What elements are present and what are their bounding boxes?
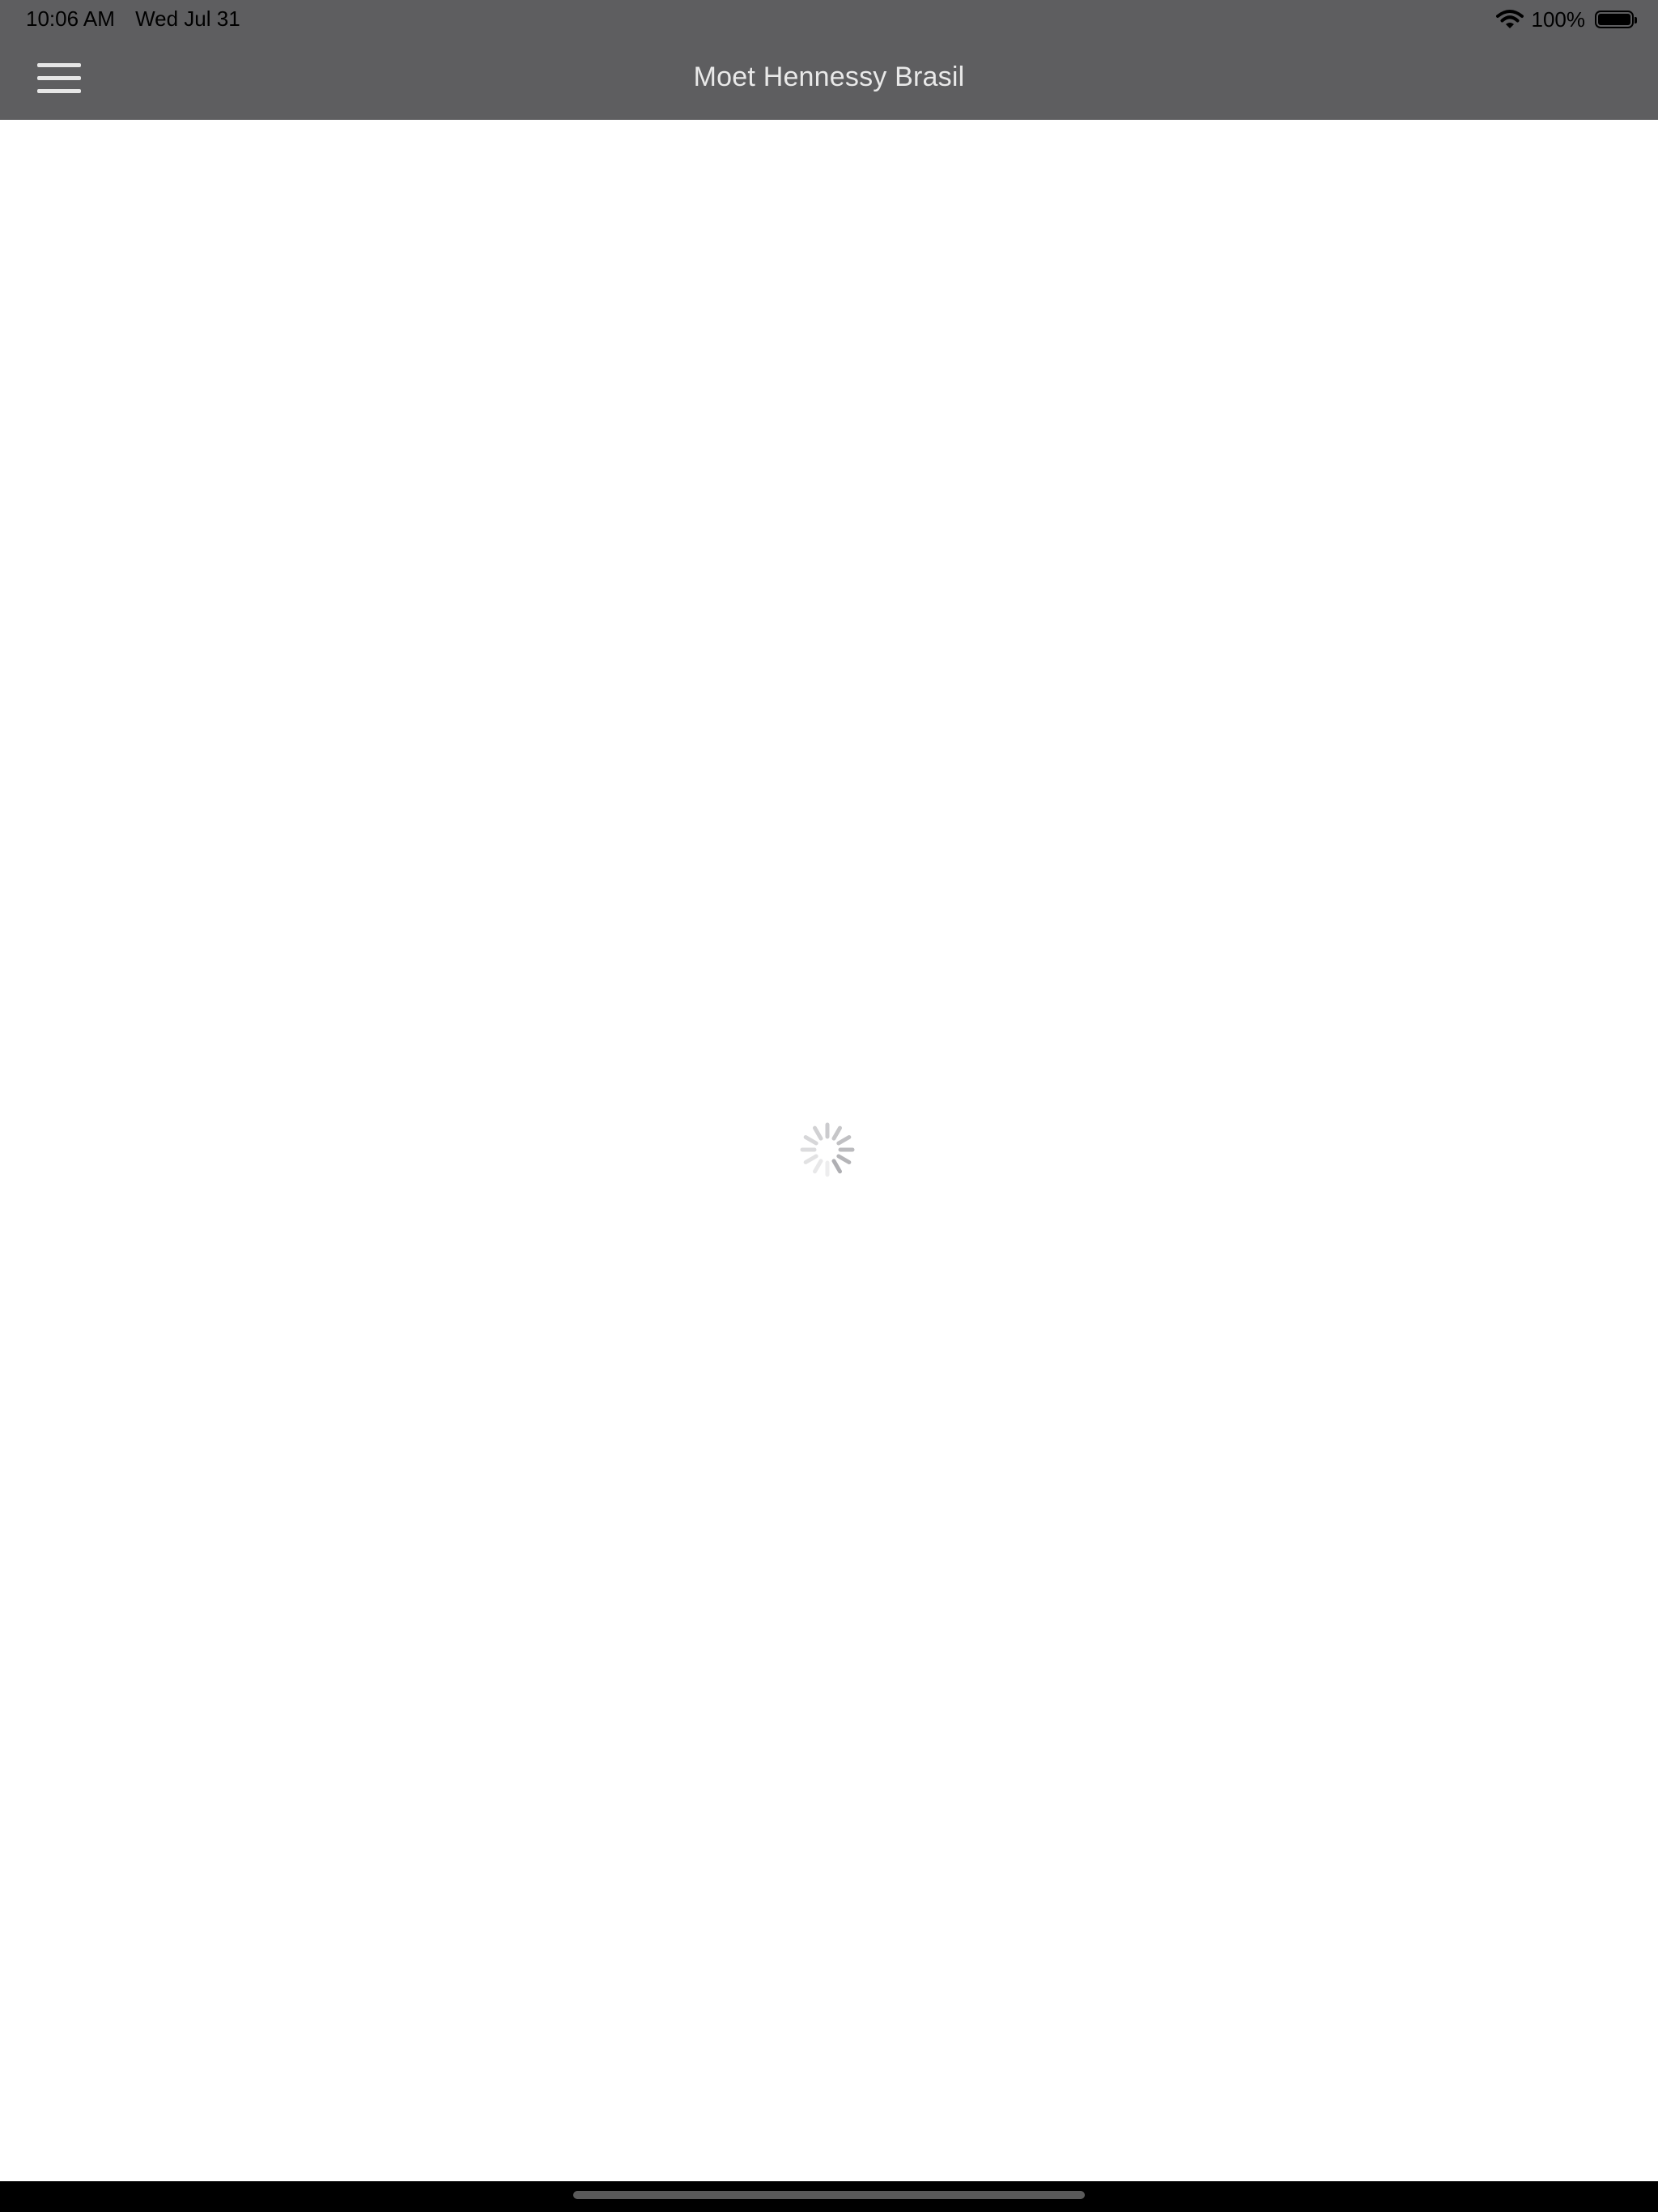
- home-strip: [0, 2181, 1658, 2212]
- wifi-icon: [1495, 10, 1524, 28]
- battery-percent: 100%: [1531, 6, 1586, 32]
- top-bar: 10:06 AM Wed Jul 31 100% Moet Hennessy B…: [0, 0, 1658, 120]
- navigation-bar: Moet Hennessy Brasil: [0, 37, 1658, 120]
- spinner-spoke: [803, 1135, 818, 1146]
- battery-nub: [1635, 17, 1637, 23]
- status-left: 10:06 AM Wed Jul 31: [26, 6, 240, 32]
- status-bar: 10:06 AM Wed Jul 31 100%: [0, 0, 1658, 37]
- app-screen: 10:06 AM Wed Jul 31 100% Moet Hennessy B…: [0, 0, 1658, 2212]
- spinner-spoke: [836, 1154, 852, 1164]
- spinner-spoke: [831, 1159, 842, 1174]
- status-right: 100%: [1495, 6, 1637, 32]
- page-title: Moet Hennessy Brasil: [693, 62, 965, 92]
- spinner-spoke: [836, 1135, 852, 1146]
- home-indicator[interactable]: [573, 2191, 1085, 2199]
- status-time: 10:06 AM: [26, 6, 115, 31]
- battery-fill: [1598, 14, 1630, 25]
- status-date: Wed Jul 31: [135, 6, 240, 31]
- spinner-spoke: [813, 1125, 823, 1141]
- spinner-spoke: [803, 1154, 818, 1164]
- loading-spinner-icon: [800, 1122, 855, 1177]
- battery-icon: [1595, 11, 1637, 28]
- spinner-spoke: [813, 1159, 823, 1174]
- spinner-spoke: [831, 1125, 842, 1141]
